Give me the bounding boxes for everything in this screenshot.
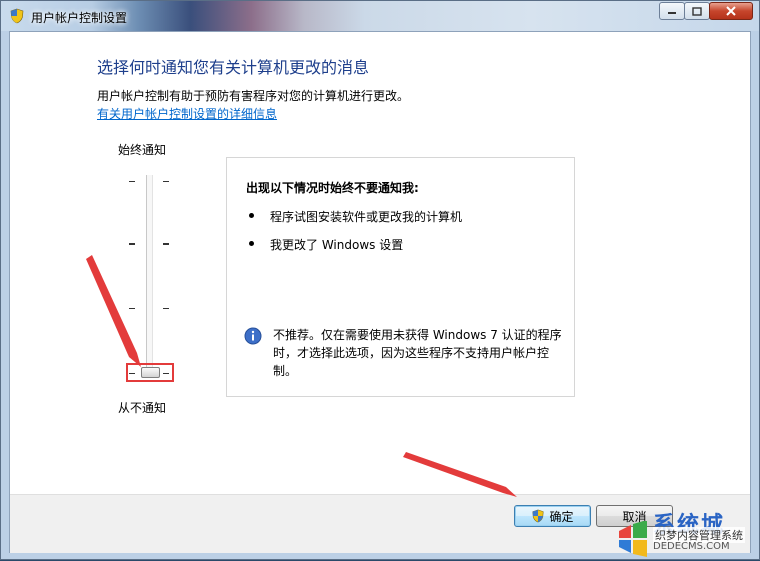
- window-title: 用户帐户控制设置: [31, 11, 128, 25]
- uac-level-slider-thumb[interactable]: [141, 367, 160, 378]
- uac-help-link[interactable]: 有关用户帐户控制设置的详细信息: [97, 105, 277, 122]
- minimize-button[interactable]: [659, 2, 685, 20]
- slider-tick: [163, 308, 169, 309]
- slider-tick: [163, 243, 169, 245]
- page-description: 用户帐户控制有助于预防有害程序对您的计算机进行更改。: [97, 89, 410, 103]
- ok-button[interactable]: 确定: [514, 505, 591, 527]
- watermark-logo: 系统城 织梦内容管理系统 DEDECMS.COM: [613, 507, 760, 561]
- windows-logo-icon: [619, 521, 647, 557]
- uac-shield-icon: [532, 509, 545, 523]
- close-button[interactable]: [709, 2, 753, 20]
- uac-level-slider-track[interactable]: [146, 175, 153, 375]
- list-item: 我更改了 Windows 设置: [270, 238, 404, 252]
- watermark-site: DEDECMS.COM: [653, 541, 730, 552]
- page-heading: 选择何时通知您有关计算机更改的消息: [97, 58, 370, 77]
- title-bar[interactable]: 用户帐户控制设置: [1, 1, 759, 31]
- warning-text: 不推荐。仅在需要使用未获得 Windows 7 认证的程序时，才选择此选项，因为…: [273, 328, 562, 378]
- level-description-panel: 出现以下情况时始终不要通知我: 程序试图安装软件或更改我的计算机 我更改了 Wi…: [226, 157, 575, 397]
- close-icon: [726, 6, 736, 16]
- bullet-dot: [249, 213, 254, 218]
- slider-tick: [163, 181, 169, 182]
- slider-top-label: 始终通知: [118, 143, 167, 157]
- ok-button-label: 确定: [549, 509, 574, 524]
- minimize-icon: [668, 12, 676, 14]
- list-item: 程序试图安装软件或更改我的计算机: [270, 210, 463, 224]
- slider-tick: [129, 181, 135, 182]
- slider-bottom-label: 从不通知: [118, 401, 167, 415]
- maximize-button[interactable]: [684, 2, 710, 20]
- info-icon: [244, 327, 262, 345]
- dialog-content: 选择何时通知您有关计算机更改的消息 用户帐户控制有助于预防有害程序对您的计算机进…: [9, 31, 751, 553]
- level-description-title: 出现以下情况时始终不要通知我:: [246, 181, 419, 195]
- slider-tick: [129, 243, 135, 245]
- slider-tick: [129, 308, 135, 309]
- uac-settings-window: 用户帐户控制设置 选择何时通知您有关计算机更改的消息 用户帐户控制有助于预防有害…: [0, 0, 760, 560]
- uac-shield-icon: [10, 8, 24, 24]
- maximize-icon: [692, 6, 702, 16]
- bullet-dot: [249, 241, 254, 246]
